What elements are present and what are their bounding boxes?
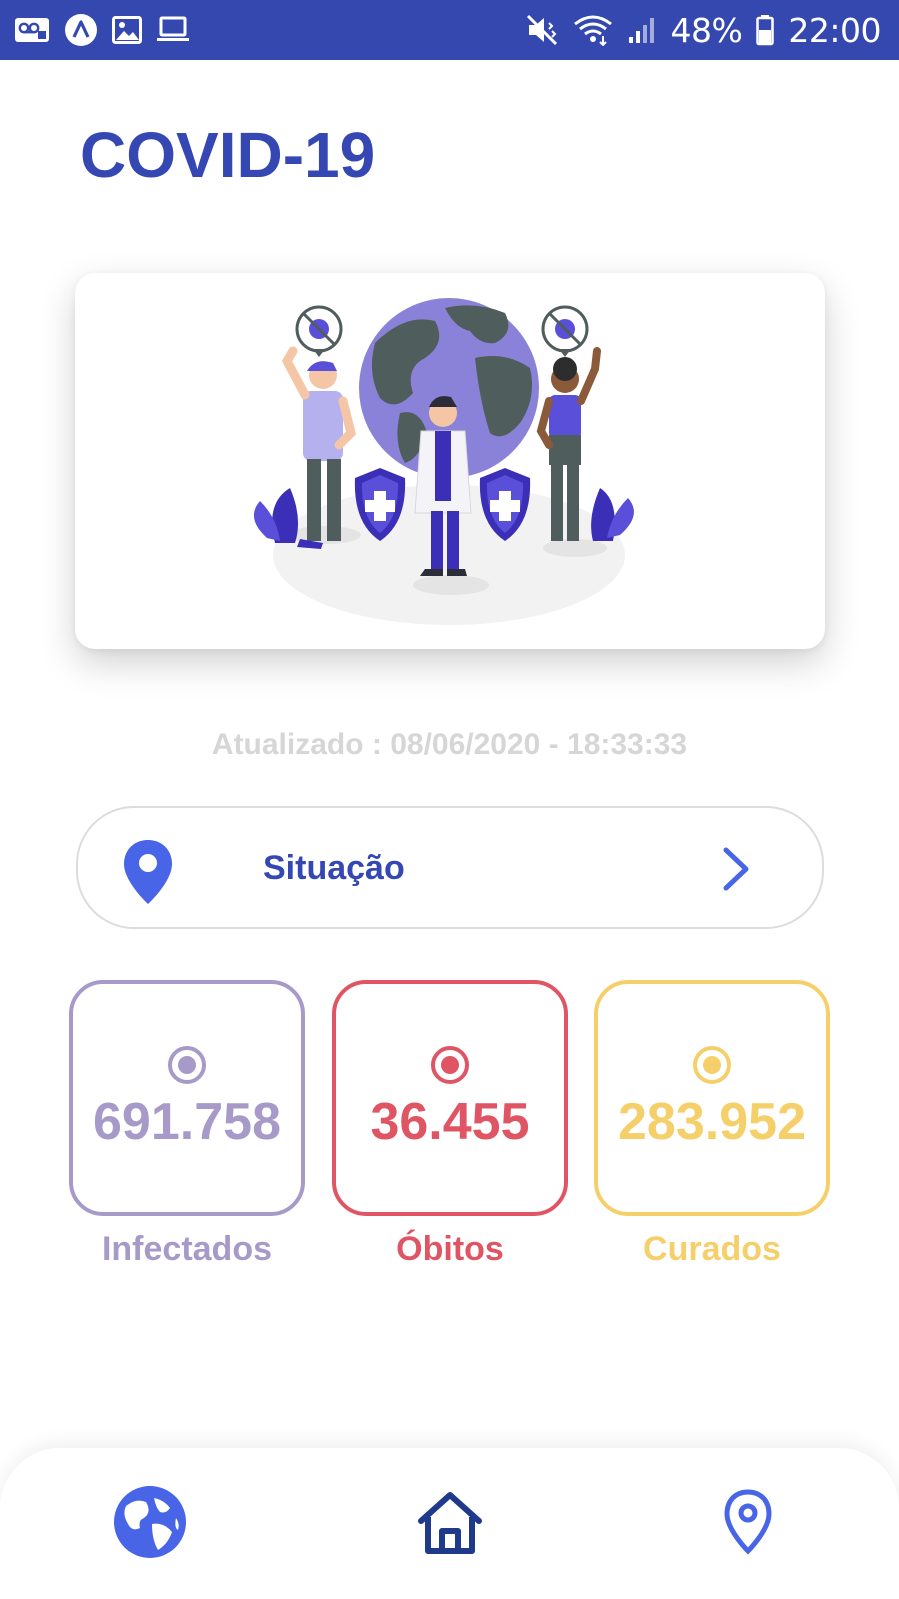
location-pin-icon	[723, 1488, 773, 1560]
deaths-count: 36.455	[370, 1093, 530, 1151]
laptop-icon	[156, 16, 190, 44]
hero-card	[75, 273, 825, 649]
updated-timestamp: Atualizado : 08/06/2020 - 18:33:33	[211, 728, 688, 761]
status-bar: 48% 22:00	[0, 0, 899, 60]
stat-card-recovered: 283.952	[594, 980, 830, 1216]
status-dot-icon	[431, 1046, 469, 1084]
battery-percent: 48%	[670, 10, 743, 50]
nav-world[interactable]	[110, 1484, 190, 1564]
voicemail-icon	[14, 17, 50, 43]
deaths-label: Óbitos	[396, 1230, 504, 1268]
home-icon	[415, 1487, 485, 1562]
chevron-right-icon	[721, 846, 751, 897]
recovered-count: 283.952	[618, 1093, 806, 1151]
battery-icon	[756, 14, 775, 46]
status-right: 48% 22:00	[525, 11, 881, 50]
situation-label: Situação	[263, 849, 405, 887]
page-title: COVID-19	[80, 119, 376, 191]
nav-home[interactable]	[410, 1484, 490, 1564]
nav-location[interactable]	[708, 1484, 788, 1564]
location-pin-icon	[122, 838, 174, 911]
recovered-label: Curados	[643, 1230, 781, 1268]
situation-button[interactable]: Situação	[76, 806, 824, 929]
mute-icon	[525, 14, 559, 46]
signal-icon	[627, 15, 657, 45]
wifi-icon	[573, 14, 613, 46]
globe-icon	[112, 1484, 188, 1565]
infected-count: 691.758	[93, 1093, 281, 1151]
people-with-globe-illustration	[253, 298, 634, 625]
app-icon	[64, 13, 98, 47]
stat-card-infected: 691.758	[69, 980, 305, 1216]
infected-label: Infectados	[101, 1230, 273, 1268]
status-left	[14, 13, 190, 47]
status-dot-icon	[168, 1046, 206, 1084]
stat-card-deaths: 36.455	[332, 980, 568, 1216]
image-icon	[112, 16, 142, 44]
status-dot-icon	[693, 1046, 731, 1084]
bottom-nav	[0, 1448, 899, 1599]
clock: 22:00	[788, 10, 881, 50]
